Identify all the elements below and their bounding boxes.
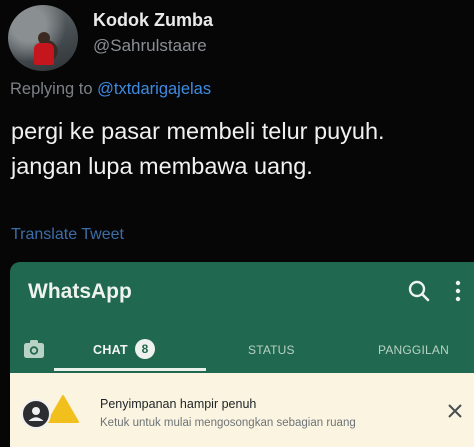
active-tab-indicator xyxy=(54,368,206,371)
app-title: WhatsApp xyxy=(28,280,132,303)
display-name[interactable]: Kodok Zumba xyxy=(93,10,213,31)
replying-to: Replying to @txtdarigajelas xyxy=(10,80,211,99)
screenshot: Kodok Zumba @Sahrulstaare Replying to @t… xyxy=(0,0,474,447)
banner-title: Penyimpanan hampir penuh xyxy=(100,397,257,411)
storage-warning-banner[interactable]: Penyimpanan hampir penuh Ketuk untuk mul… xyxy=(10,373,474,447)
profile-avatar[interactable] xyxy=(8,5,78,71)
more-vertical-icon[interactable] xyxy=(452,278,464,304)
tab-chat[interactable]: CHAT xyxy=(93,343,128,357)
search-icon[interactable] xyxy=(406,278,432,304)
whatsapp-screenshot: WhatsApp CHAT 8 STATUS PANGGILAN Penyimp… xyxy=(10,262,474,447)
reply-mention-link[interactable]: @txtdarigajelas xyxy=(97,80,211,98)
warning-icon xyxy=(47,395,79,423)
translate-tweet-link[interactable]: Translate Tweet xyxy=(11,226,124,244)
reply-prefix: Replying to xyxy=(10,80,98,98)
tab-calls[interactable]: PANGGILAN xyxy=(378,343,449,357)
user-handle[interactable]: @Sahrulstaare xyxy=(93,36,207,56)
tab-status[interactable]: STATUS xyxy=(248,343,295,357)
camera-icon[interactable] xyxy=(22,338,46,360)
user-icon[interactable] xyxy=(21,399,51,429)
close-icon[interactable] xyxy=(447,403,463,419)
tweet-text-line: pergi ke pasar membeli telur puyuh. xyxy=(11,118,385,144)
tweet-text: pergi ke pasar membeli telur puyuh. jang… xyxy=(11,114,471,184)
avatar-shirt xyxy=(34,43,54,65)
banner-subtitle: Ketuk untuk mulai mengosongkan sebagian … xyxy=(100,417,356,429)
unread-count-badge: 8 xyxy=(135,339,155,359)
tweet-text-line: jangan lupa membawa uang. xyxy=(11,153,313,179)
user-glyph-icon xyxy=(28,407,44,421)
